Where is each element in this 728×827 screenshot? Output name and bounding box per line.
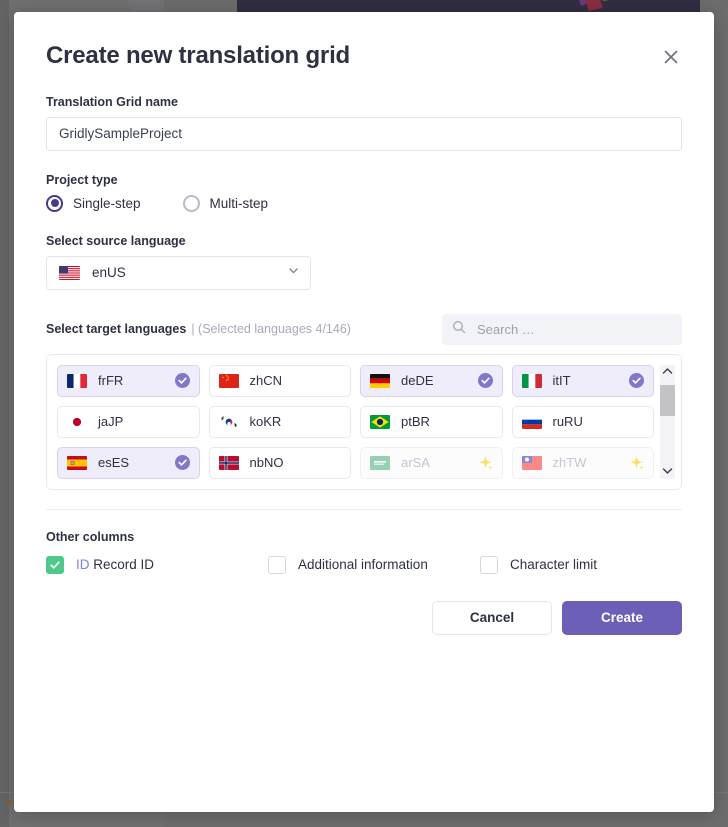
checkbox-indicator-unchecked xyxy=(268,555,286,574)
radio-option-multi-step[interactable]: Multi-step xyxy=(182,194,269,212)
language-list-scrollbar[interactable] xyxy=(660,364,675,479)
language-code: ptBR xyxy=(401,414,430,430)
language-chip-grid: frFR zhCN deDE itIT jaJP koKR ptBR ruRU … xyxy=(57,364,654,479)
scrollbar-thumb[interactable] xyxy=(660,384,675,416)
scrollbar-track[interactable] xyxy=(660,377,675,467)
language-chip-jaJP[interactable]: jaJP xyxy=(57,405,200,438)
create-translation-grid-dialog: Create new translation grid Translation … xyxy=(14,12,714,812)
language-chip-ptBR[interactable]: ptBR xyxy=(360,405,503,438)
sparkle-icon xyxy=(479,456,492,470)
grid-name-label: Translation Grid name xyxy=(46,94,178,109)
flag-br-icon xyxy=(370,414,390,429)
language-chip-arSA: arSA xyxy=(360,446,503,479)
checkbox-record-id[interactable]: ID Record ID xyxy=(46,555,268,574)
source-language-group: Select source language enUS xyxy=(46,234,682,290)
flag-sa-icon xyxy=(370,455,390,470)
close-button[interactable] xyxy=(658,44,684,70)
check-circle-icon xyxy=(629,373,644,389)
language-chip-ruRU[interactable]: ruRU xyxy=(511,405,654,438)
flag-de-icon xyxy=(370,373,390,388)
check-circle-icon xyxy=(477,373,493,389)
checkbox-character-limit[interactable]: Character limit xyxy=(480,555,598,574)
checkbox-indicator-checked xyxy=(46,555,64,574)
language-code: nbNO xyxy=(249,455,284,471)
section-divider xyxy=(46,508,682,510)
language-search-box[interactable] xyxy=(442,313,682,345)
language-chip-esES[interactable]: esES xyxy=(57,446,200,479)
flag-ru-icon xyxy=(521,414,542,429)
project-type-group: Project type Single-step Multi-step xyxy=(46,173,682,212)
project-type-label: Project type xyxy=(46,172,118,187)
dialog-header: Create new translation grid xyxy=(46,12,682,71)
source-language-value: enUS xyxy=(92,265,126,281)
radio-indicator-selected xyxy=(46,194,63,212)
checkbox-indicator-unchecked xyxy=(480,555,498,574)
project-type-radio-row: Single-step Multi-step xyxy=(46,194,682,212)
flag-kr-icon xyxy=(218,414,239,429)
language-chip-zhTW: zhTW xyxy=(511,446,654,479)
other-columns-row: ID Record ID Additional information Char… xyxy=(46,555,682,574)
flag-tw-icon xyxy=(521,455,542,470)
checkbox-label-record-id: ID Record ID xyxy=(76,557,154,572)
language-chip-itIT[interactable]: itIT xyxy=(511,364,654,397)
language-code: deDE xyxy=(401,373,434,389)
checkbox-label-text: Record ID xyxy=(93,557,155,573)
flag-cn-icon xyxy=(218,373,239,388)
check-icon xyxy=(50,561,60,569)
cancel-button[interactable]: Cancel xyxy=(432,600,552,635)
grid-name-input[interactable] xyxy=(46,116,682,151)
flag-us-icon xyxy=(59,265,80,280)
flag-fr-icon xyxy=(67,373,87,388)
search-icon xyxy=(452,320,466,339)
language-code: arSA xyxy=(401,455,430,471)
other-columns-label: Other columns xyxy=(46,529,135,544)
id-badge: ID xyxy=(76,557,90,573)
sparkle-icon xyxy=(630,456,644,470)
language-code: esES xyxy=(98,455,130,471)
language-code: frFR xyxy=(98,373,124,389)
target-languages-header: Select target languages | (Selected lang… xyxy=(46,313,682,345)
page-title: Create new translation grid xyxy=(46,42,350,69)
create-button[interactable]: Create xyxy=(562,600,682,635)
language-chip-frFR[interactable]: frFR xyxy=(57,364,200,397)
search-input[interactable] xyxy=(475,320,672,338)
language-chip-deDE[interactable]: deDE xyxy=(360,364,503,397)
flag-no-icon xyxy=(218,455,239,470)
language-code: itIT xyxy=(552,373,571,389)
language-chip-nbNO[interactable]: nbNO xyxy=(208,446,351,479)
language-chip-koKR[interactable]: koKR xyxy=(208,405,351,438)
flag-es-icon xyxy=(67,455,87,470)
radio-label-multi-step: Multi-step xyxy=(209,195,269,211)
language-list-panel: frFR zhCN deDE itIT jaJP koKR ptBR ruRU … xyxy=(46,353,682,490)
scroll-down-icon[interactable] xyxy=(662,467,673,477)
close-icon xyxy=(664,50,678,64)
grid-name-field-group: Translation Grid name xyxy=(46,95,682,151)
source-language-label: Select source language xyxy=(46,233,186,248)
checkbox-label-additional-information: Additional information xyxy=(298,557,428,573)
radio-option-single-step[interactable]: Single-step xyxy=(46,194,141,212)
scroll-up-icon[interactable] xyxy=(662,367,673,377)
flag-it-icon xyxy=(521,373,542,388)
checkbox-label-character-limit: Character limit xyxy=(510,557,598,573)
checkbox-additional-information[interactable]: Additional information xyxy=(268,555,480,574)
radio-indicator-unselected xyxy=(182,194,200,212)
check-circle-icon xyxy=(174,455,190,471)
flag-jp-icon xyxy=(67,414,87,429)
chevron-down-icon xyxy=(287,264,300,282)
dialog-footer: Cancel Create xyxy=(46,600,682,635)
language-code: ruRU xyxy=(552,414,583,430)
language-chip-zhCN[interactable]: zhCN xyxy=(208,364,351,397)
check-circle-icon xyxy=(174,373,190,389)
language-code: zhTW xyxy=(552,455,587,471)
language-code: koKR xyxy=(249,414,282,430)
source-language-select[interactable]: enUS xyxy=(46,255,311,290)
target-languages-label: Select target languages xyxy=(46,322,187,337)
selected-languages-count: | (Selected languages 4/146) xyxy=(191,322,351,337)
language-code: jaJP xyxy=(98,414,124,430)
language-code: zhCN xyxy=(249,373,283,389)
radio-label-single-step: Single-step xyxy=(73,195,141,211)
